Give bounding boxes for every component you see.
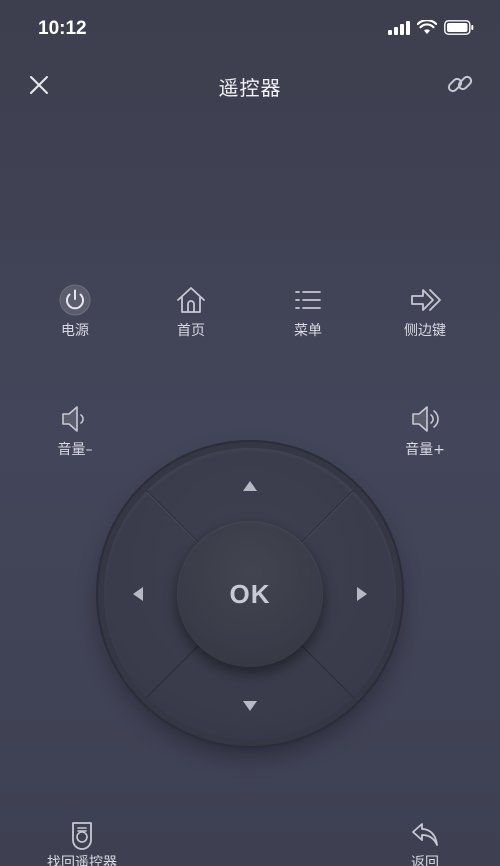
side-key-button[interactable]: 侧边键 (380, 283, 470, 340)
dpad-left-button[interactable] (118, 574, 158, 614)
power-button[interactable]: 电源 (30, 283, 120, 340)
volume-down-icon (62, 406, 84, 432)
page-title: 遥控器 (218, 76, 282, 100)
dpad-right-button[interactable] (342, 574, 382, 614)
wifi-icon (417, 20, 437, 34)
ok-label: OK (229, 578, 271, 609)
link-icon[interactable] (446, 70, 474, 98)
power-label: 电源 (61, 323, 89, 339)
nav-bar: 遥控器 (0, 58, 500, 112)
dpad-up-button[interactable] (230, 466, 270, 506)
dpad-down-button[interactable] (230, 686, 270, 726)
side-key-icon (411, 289, 441, 311)
arrow-up-icon (243, 481, 257, 491)
back-icon (412, 823, 438, 846)
back-label: 返回 (411, 855, 439, 866)
battery-icon (444, 20, 474, 35)
power-icon (59, 284, 91, 316)
menu-icon (295, 291, 321, 309)
arrow-down-icon (243, 701, 257, 711)
ok-button[interactable]: OK (177, 521, 323, 667)
home-button[interactable]: 首页 (146, 283, 236, 340)
find-remote-icon (72, 822, 92, 850)
volume-up-icon (412, 406, 439, 432)
home-icon (177, 287, 205, 313)
home-label: 首页 (177, 323, 205, 339)
signal-icon (388, 20, 410, 35)
status-time: 10:12 (38, 18, 87, 39)
find-remote-label: 找回遥控器 (47, 855, 117, 866)
find-remote-button[interactable]: 找回遥控器 (27, 820, 137, 866)
arrow-left-icon (133, 587, 143, 601)
dpad: OK (104, 448, 396, 740)
status-bar: 10:12 (0, 0, 500, 58)
menu-button[interactable]: 菜单 (263, 283, 353, 340)
arrow-right-icon (357, 587, 367, 601)
side-key-label: 侧边键 (404, 323, 446, 339)
back-button[interactable]: 返回 (370, 820, 480, 866)
status-icons (388, 20, 474, 35)
menu-label: 菜单 (294, 323, 322, 339)
